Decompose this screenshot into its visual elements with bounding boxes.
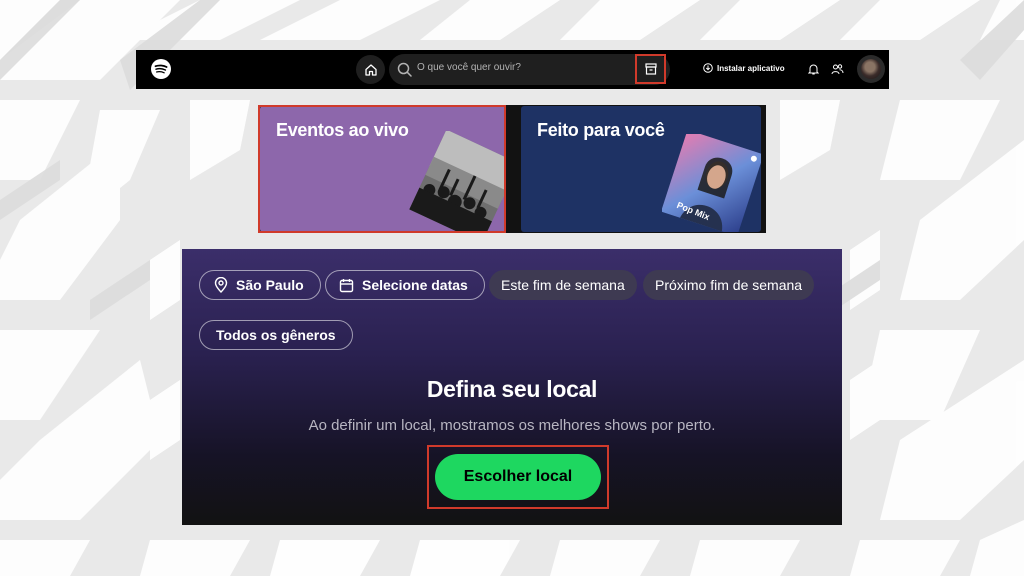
location-filter-label: São Paulo: [236, 277, 304, 293]
friend-activity-icon[interactable]: [831, 63, 844, 75]
this-weekend-label: Este fim de semana: [501, 277, 625, 293]
choose-location-highlight: Escolher local: [427, 445, 609, 509]
this-weekend-chip[interactable]: Este fim de semana: [489, 270, 637, 300]
made-for-you-card[interactable]: Feito para você Pop Mix: [521, 106, 761, 232]
genres-filter-label: Todos os gêneros: [216, 327, 336, 343]
location-filter-chip[interactable]: São Paulo: [199, 270, 321, 300]
top-nav-bar: O que você quer ouvir? Instalar aplicati…: [136, 50, 889, 89]
location-prompt-heading: Defina seu local: [426, 376, 598, 402]
notifications-bell-icon[interactable]: [808, 63, 819, 75]
next-weekend-chip[interactable]: Próximo fim de semana: [643, 270, 815, 300]
made-for-you-card-title: Feito para você: [537, 120, 665, 140]
spotify-logo-icon[interactable]: [151, 59, 171, 79]
home-icon: [364, 63, 377, 76]
install-app-link[interactable]: Instalar aplicativo: [703, 63, 785, 73]
genres-filter-chip[interactable]: Todos os gêneros: [199, 320, 353, 350]
home-button[interactable]: [356, 55, 385, 84]
install-app-label: Instalar aplicativo: [717, 63, 785, 73]
live-events-panel: São Paulo Selecione datas Este fim de se…: [182, 249, 842, 525]
download-circle-icon: [703, 63, 713, 73]
search-icon: [397, 62, 412, 77]
pop-mix-cover: Pop Mix: [660, 129, 761, 232]
browse-button[interactable]: [635, 54, 666, 84]
date-filter-label: Selecione datas: [362, 277, 468, 293]
search-bar[interactable]: O que você quer ouvir?: [389, 54, 670, 85]
next-weekend-label: Próximo fim de semana: [655, 277, 803, 293]
browse-cards-row: Eventos ao vivo Feito para você Pop Mix: [258, 105, 766, 233]
browse-icon: [644, 63, 657, 75]
avatar-image: [861, 59, 881, 79]
search-input[interactable]: O que você quer ouvir?: [417, 62, 521, 73]
date-filter-chip[interactable]: Selecione datas: [325, 270, 485, 300]
live-events-card-highlight: [258, 105, 506, 233]
user-avatar[interactable]: [857, 55, 885, 83]
location-prompt-subtext: Ao definir um local, mostramos os melhor…: [308, 417, 716, 434]
location-pin-icon: [214, 277, 228, 293]
pop-mix-cover-art: [660, 129, 761, 232]
choose-location-button[interactable]: Escolher local: [435, 454, 601, 500]
calendar-icon: [339, 278, 354, 292]
